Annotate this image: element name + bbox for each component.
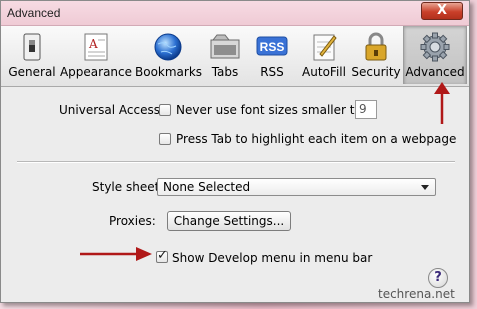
- develop-menu-label: Show Develop menu in menu bar: [172, 251, 373, 265]
- tab-appearance-label: Appearance: [59, 65, 133, 79]
- appearance-icon: A: [84, 33, 108, 61]
- help-button[interactable]: ?: [428, 268, 448, 288]
- tab-bookmarks-label: Bookmarks: [135, 65, 203, 79]
- press-tab-checkbox[interactable]: [159, 133, 171, 145]
- tab-appearance[interactable]: A Appearance: [59, 26, 133, 84]
- tab-autofill[interactable]: AutoFill: [297, 26, 351, 84]
- min-font-label: Never use font sizes smaller than: [176, 103, 378, 117]
- tab-tabs-label: Tabs: [211, 65, 239, 79]
- globe-icon: [154, 33, 182, 61]
- change-settings-button[interactable]: Change Settings...: [167, 211, 291, 231]
- tab-rss[interactable]: RSS RSS: [251, 26, 293, 84]
- style-sheet-select[interactable]: None Selected: [157, 178, 436, 196]
- watermark: techrena.net: [378, 287, 455, 301]
- tab-security-label: Security: [351, 65, 401, 79]
- tab-autofill-label: AutoFill: [302, 65, 346, 79]
- section-divider: [17, 161, 455, 163]
- lock-icon: [365, 32, 387, 61]
- min-font-checkbox[interactable]: [159, 104, 171, 116]
- dropdown-arrow-icon: [421, 185, 429, 190]
- tab-advanced-label: Advanced: [405, 65, 465, 79]
- tab-general-label: General: [8, 65, 56, 79]
- gear-icon: [420, 32, 450, 62]
- general-switch-icon: [23, 33, 41, 61]
- tab-security[interactable]: Security: [351, 26, 401, 84]
- style-sheet-label: Style sheet:: [92, 180, 164, 194]
- tab-advanced[interactable]: Advanced: [403, 26, 467, 84]
- preferences-window: Advanced X General A Appearance Bookmark…: [0, 0, 470, 303]
- annotation-arrow-right: [80, 247, 152, 261]
- tabs-icon: [210, 34, 240, 59]
- title-bar: Advanced X: [1, 1, 469, 26]
- annotation-arrow-up: [434, 82, 450, 124]
- tab-bookmarks[interactable]: Bookmarks: [135, 26, 203, 84]
- rss-icon: RSS: [256, 36, 288, 56]
- rss-icon-text: RSS: [260, 40, 285, 54]
- tab-general[interactable]: General: [7, 26, 57, 84]
- preferences-toolbar: General A Appearance Bookmarks Tabs RSS …: [1, 26, 469, 87]
- press-tab-label: Press Tab to highlight each item on a we…: [176, 132, 457, 146]
- pencil-paper-icon: [313, 34, 337, 61]
- advanced-pane: Universal Access: Never use font sizes s…: [1, 87, 469, 302]
- proxies-label: Proxies:: [109, 214, 156, 228]
- close-button[interactable]: X: [421, 2, 463, 20]
- universal-access-label: Universal Access:: [59, 103, 165, 117]
- tab-rss-label: RSS: [260, 65, 284, 79]
- svg-text:A: A: [88, 37, 98, 51]
- develop-menu-checkbox[interactable]: [156, 248, 168, 263]
- style-sheet-value: None Selected: [163, 180, 251, 194]
- min-font-size-field[interactable]: 9: [355, 100, 377, 119]
- tab-tabs[interactable]: Tabs: [203, 26, 247, 84]
- window-title: Advanced: [7, 6, 61, 20]
